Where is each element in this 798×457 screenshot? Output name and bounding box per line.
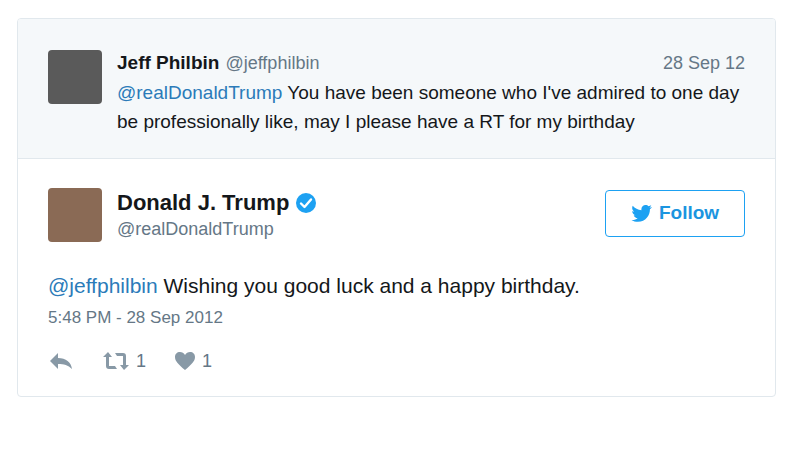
tweet-card: Jeff Philbin@jeffphilbin28 Sep 12@realDo…: [17, 18, 776, 397]
main-tweet: Donald J. Trump@realDonaldTrump Follow @je…: [18, 159, 775, 396]
avatar[interactable]: [48, 50, 102, 104]
reply-icon: [48, 350, 74, 372]
tweet-date[interactable]: 28 Sep 12: [663, 50, 745, 76]
author-name[interactable]: Donald J. Trump: [117, 189, 289, 217]
action-count: 1: [136, 350, 146, 372]
verified-badge-icon: [295, 192, 317, 214]
tweet-timestamp[interactable]: 5:48 PM - 28 Sep 2012: [48, 306, 745, 330]
mention-link[interactable]: @realDonaldTrump: [117, 82, 282, 103]
like-action[interactable]: 1: [174, 350, 212, 372]
avatar[interactable]: [48, 188, 102, 242]
reply-action[interactable]: [48, 350, 74, 372]
heart-icon: [174, 351, 196, 371]
page: Jeff Philbin@jeffphilbin28 Sep 12@realDo…: [0, 0, 798, 457]
tweet-text: @realDonaldTrump You have been someone w…: [117, 78, 745, 136]
follow-button[interactable]: Follow: [605, 190, 745, 237]
author-handle[interactable]: @realDonaldTrump: [117, 217, 317, 241]
author-handle[interactable]: @jeffphilbin: [225, 50, 319, 76]
retweet-action[interactable]: 1: [102, 350, 146, 372]
action-count: 1: [202, 350, 212, 372]
action-bar: 11: [48, 350, 745, 372]
twitter-bird-icon: [631, 205, 653, 223]
mention-link[interactable]: @jeffphilbin: [48, 274, 158, 297]
quoted-tweet: Jeff Philbin@jeffphilbin28 Sep 12@realDo…: [18, 19, 775, 159]
retweet-icon: [102, 350, 130, 372]
author-name[interactable]: Jeff Philbin: [117, 50, 219, 76]
tweet-text: @jeffphilbin Wishing you good luck and a…: [48, 272, 745, 300]
